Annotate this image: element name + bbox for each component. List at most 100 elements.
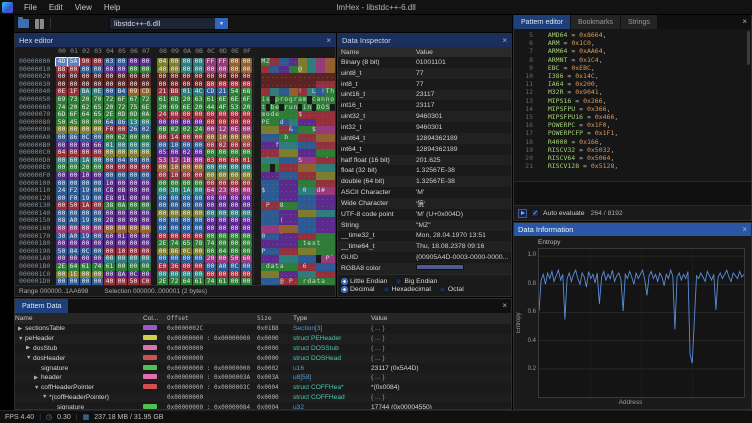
code-line[interactable]: 19 RISCV32 = 0x5032, xyxy=(516,146,751,154)
inspector-row-value[interactable]: 1.32567E-38 xyxy=(416,167,511,174)
chevron-down-icon[interactable]: ▼ xyxy=(42,394,49,400)
radio-dot-icon[interactable] xyxy=(341,278,348,285)
inspector-row-value[interactable]: 'M' (U+0x004D) xyxy=(416,211,511,218)
pattern-editor-code[interactable]: 5 AMD64 = 0x8664,6 ARM = 0x1C0,7 ARM64 =… xyxy=(514,29,751,181)
hex-byte[interactable]: 00 xyxy=(56,278,67,285)
inspector-row[interactable]: float (32 bit)1.32567E-38 xyxy=(338,165,511,176)
hex-byte[interactable]: 61 xyxy=(217,278,228,285)
pattern-data-row[interactable]: ▶sectionsTable0x0000002C0x01B8Section[3]… xyxy=(15,324,511,334)
pattern-data-row[interactable]: ▼dosHeader0x000000000x0000struct DOSHead… xyxy=(15,353,511,363)
folder-open-icon[interactable] xyxy=(18,19,29,28)
inspector-row[interactable]: uint16_t23117 xyxy=(338,90,511,101)
pattern-data-col-header[interactable]: Size xyxy=(257,315,293,322)
code-line[interactable]: 20 RISCV64 = 0x5064, xyxy=(516,154,751,162)
close-icon[interactable]: × xyxy=(502,302,507,310)
inspector-row[interactable]: half float (16 bit)201.625 xyxy=(338,155,511,166)
code-line[interactable]: 9 EBC = 0xEBC, xyxy=(516,64,751,72)
menu-file[interactable]: File xyxy=(18,3,43,12)
hex-byte[interactable]: 00 xyxy=(92,278,103,285)
code-line[interactable]: 6 ARM = 0x1C0, xyxy=(516,39,751,47)
hex-byte[interactable]: 2E xyxy=(157,278,168,285)
code-line[interactable]: 10 I386 = 0x14C, xyxy=(516,72,751,80)
tab-bookmarks[interactable]: Bookmarks xyxy=(570,15,620,29)
chevron-right-icon[interactable]: ▶ xyxy=(26,345,33,351)
inspector-row-value[interactable]: "MZ" xyxy=(416,222,511,229)
hex-byte[interactable]: C0 xyxy=(140,278,151,285)
tab-pattern-editor[interactable]: Pattern editor xyxy=(514,15,570,29)
radio-dot-icon[interactable] xyxy=(395,278,402,285)
pattern-data-col-header[interactable]: Type xyxy=(293,315,371,322)
code-line[interactable]: 8 ARMNT = 0x1C4, xyxy=(516,56,751,64)
inspector-row[interactable]: uint8_t77 xyxy=(338,68,511,79)
inspector-row[interactable]: int16_t23117 xyxy=(338,100,511,111)
hex-byte[interactable]: 72 xyxy=(169,278,180,285)
inspector-row-value[interactable] xyxy=(416,264,511,272)
close-icon[interactable]: × xyxy=(742,18,747,26)
pattern-data-col-header[interactable]: Col... xyxy=(143,315,167,322)
inspector-row-value[interactable]: 23117 xyxy=(416,102,511,109)
inspector-row-value[interactable]: 77 xyxy=(416,81,511,88)
auto-evaluate-checkbox[interactable] xyxy=(531,209,539,217)
code-line[interactable]: 18 R4000 = 0x166, xyxy=(516,138,751,146)
inspector-row-value[interactable]: Mon, 28.04.1970 13:51 xyxy=(416,232,511,239)
pattern-data-row[interactable]: ▼*(coffHeaderPointer)0x000000000x0000str… xyxy=(15,393,511,403)
pattern-console[interactable] xyxy=(514,181,751,205)
radio-decimal[interactable]: Decimal xyxy=(341,286,375,293)
book-icon[interactable] xyxy=(35,19,44,29)
chevron-down-icon[interactable]: ▼ xyxy=(26,355,33,361)
close-icon[interactable]: × xyxy=(326,37,331,45)
chevron-down-icon[interactable]: ▼ xyxy=(18,336,25,342)
inspector-row-value[interactable]: 12894362189 xyxy=(416,135,511,142)
code-line[interactable]: 16 POWERPC = 0x1F0, xyxy=(516,121,751,129)
hex-byte[interactable]: 00 xyxy=(68,278,79,285)
inspector-row-value[interactable]: 9460301 xyxy=(416,124,511,131)
tab-strings[interactable]: Strings xyxy=(620,15,657,29)
inspector-row[interactable]: __time64_tThu, 18.08.2378 09:16 xyxy=(338,241,511,252)
pattern-data-row[interactable]: ▼peHeader0x00000000 : 0x000000000x0000st… xyxy=(15,334,511,344)
close-icon[interactable]: × xyxy=(502,37,507,45)
code-line[interactable]: 21 RISCV128 = 0x5128, xyxy=(516,162,751,170)
menu-edit[interactable]: Edit xyxy=(43,3,69,12)
inspector-row[interactable]: Wide Character'獍' xyxy=(338,198,511,209)
pattern-data-row[interactable]: signature0x00000000 : 0x000000840x0004u3… xyxy=(15,402,511,409)
inspector-row[interactable]: String"MZ" xyxy=(338,220,511,231)
radio-hexadecimal[interactable]: Hexadecimal xyxy=(383,286,431,293)
code-line[interactable]: 13 MIPS16 = 0x266, xyxy=(516,97,751,105)
hex-byte[interactable]: 40 xyxy=(104,278,115,285)
pattern-data-col-header[interactable]: Offset xyxy=(167,315,257,322)
code-line[interactable]: 12 M32R = 0x9041, xyxy=(516,88,751,96)
pattern-data-row[interactable]: signature0x00000000 : 0x000000000x0002u1… xyxy=(15,363,511,373)
evaluate-icon[interactable] xyxy=(518,209,527,218)
pattern-data-col-header[interactable]: Value xyxy=(371,315,511,322)
radio-big-endian[interactable]: Big Endian xyxy=(395,278,437,285)
hex-byte[interactable]: 50 xyxy=(128,278,139,285)
inspector-row[interactable]: int32_t9460301 xyxy=(338,122,511,133)
file-selector-combo[interactable]: libstdc++-6.dll ▼ xyxy=(109,17,229,30)
hex-byte[interactable]: 74 xyxy=(205,278,216,285)
inspector-row-value[interactable]: 23117 xyxy=(416,91,511,98)
inspector-row-value[interactable]: '獍' xyxy=(416,198,511,208)
inspector-row-value[interactable]: 'M' xyxy=(416,189,511,196)
inspector-row[interactable]: int64_t12894362189 xyxy=(338,144,511,155)
chevron-down-icon[interactable]: ▼ xyxy=(34,385,41,391)
pattern-data-row[interactable]: ▶header0x00000000 : 0x0000003A0x003Au8[5… xyxy=(15,373,511,383)
inspector-row[interactable]: int8_t77 xyxy=(338,79,511,90)
inspector-row[interactable]: RGBA8 color xyxy=(338,263,511,274)
code-line[interactable]: 15 MIPSFPU16 = 0x466, xyxy=(516,113,751,121)
close-icon[interactable]: × xyxy=(742,226,747,234)
hex-ascii-char[interactable]: . xyxy=(330,278,335,285)
chevron-down-icon[interactable]: ▼ xyxy=(215,18,228,29)
radio-dot-icon[interactable] xyxy=(341,286,348,293)
inspector-row[interactable]: UTF-8 code point'M' (U+0x004D) xyxy=(338,209,511,220)
hex-byte[interactable]: 00 xyxy=(241,278,252,285)
data-inspector-titlebar[interactable]: Data Inspector × xyxy=(338,34,511,47)
inspector-row[interactable]: __time32_tMon, 28.04.1970 13:51 xyxy=(338,231,511,242)
hex-byte[interactable]: 61 xyxy=(193,278,204,285)
menu-help[interactable]: Help xyxy=(98,3,126,12)
inspector-row-value[interactable]: 01001101 xyxy=(416,59,511,66)
chevron-right-icon[interactable]: ▶ xyxy=(34,375,41,381)
inspector-row-value[interactable]: Thu, 18.08.2378 09:16 xyxy=(416,243,511,250)
inspector-row-value[interactable]: 9460301 xyxy=(416,113,511,120)
inspector-row[interactable]: GUID{00905A4D-0003-0000-0000... xyxy=(338,252,511,263)
inspector-row[interactable]: double (64 bit)1.32567E-38 xyxy=(338,176,511,187)
